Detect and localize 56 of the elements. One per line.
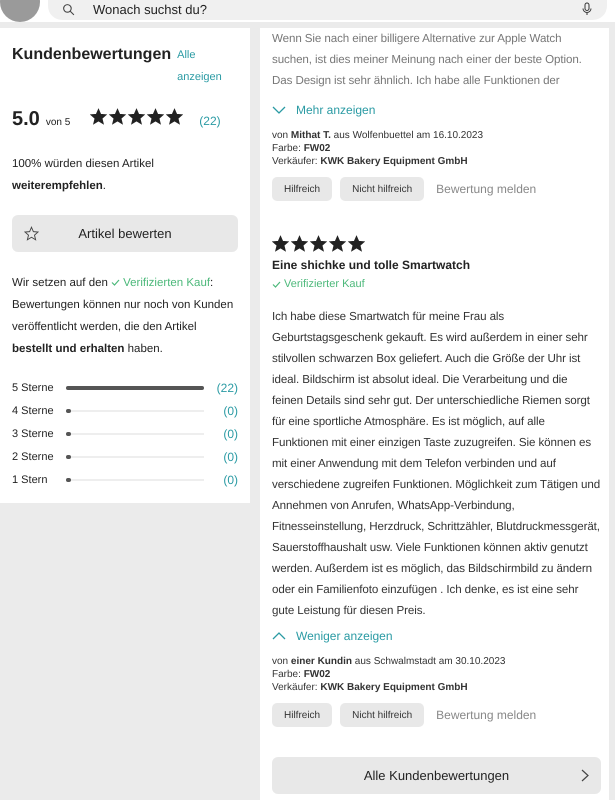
checkmark-icon [111, 279, 120, 286]
chevron-right-icon [581, 769, 589, 782]
star-icon [90, 108, 108, 125]
not-helpful-button[interactable]: Nicht hilfreich [340, 177, 424, 201]
star-level-label: 1 Stern [12, 474, 48, 486]
rating-scale: von 5 [46, 117, 70, 128]
toggle-text-button[interactable]: Weniger anzeigen [272, 629, 601, 643]
helpful-button[interactable]: Hilfreich [272, 177, 332, 201]
star-level-count[interactable]: (0) [210, 450, 238, 464]
star-icon [128, 108, 146, 125]
rate-article-button[interactable]: Artikel bewerten [12, 215, 238, 252]
toggle-text-button[interactable]: Mehr anzeigen [272, 103, 601, 117]
review-title: Eine shichke und tolle Smartwatch [272, 258, 472, 272]
not-helpful-button[interactable]: Nicht hilfreich [340, 703, 424, 727]
seller-info: Verkäufer: KWK Bakery Equipment GmbH [272, 682, 468, 693]
star-icon [272, 235, 289, 252]
section-title: Kundenbewertungen [12, 46, 172, 64]
rating-score: 5.0 [12, 108, 40, 131]
product-color: Farbe: FW02 [272, 143, 330, 154]
recommend-text: 100% würden diesen Artikel weiterempfehlen. [12, 158, 154, 192]
star-icon [310, 235, 327, 252]
checkmark-icon [272, 280, 281, 288]
report-link[interactable]: Bewertung melden [436, 182, 536, 196]
product-color: Farbe: FW02 [272, 669, 330, 680]
star-icon [291, 235, 308, 252]
review-text: Wenn Sie nach einer billigere Alternative zur Apple Watch suchen, ist dies meiner Meinung nach einer der beste Option. Das Design ist sehr ähnlich. Ich habe alle Funktionen der [272, 31, 583, 89]
verified-notice: Wir setzen auf den Verifizierten Kauf: Bewertungen können nur noch von Kunden veröffentlicht werden, die den Artikel bestellt und erhalten haben. [12, 276, 234, 357]
helpful-button[interactable]: Hilfreich [272, 703, 332, 727]
show-all-link[interactable]: Alle anzeigen [177, 44, 238, 88]
review-author: von Mithat T. aus Wolfenbuettel am 16.10.2023 [272, 130, 484, 141]
star-level-label: 4 Sterne [12, 404, 55, 416]
search-field[interactable]: Wonach suchst du? [48, 0, 607, 20]
microphone-icon[interactable] [581, 2, 593, 16]
star-level-label: 5 Sterne [12, 382, 55, 394]
star-level-count[interactable]: (0) [210, 404, 238, 418]
star-outline-icon [24, 226, 39, 241]
seller-info: Verkäufer: KWK Bakery Equipment GmbH [272, 156, 468, 167]
star-icon [329, 235, 346, 252]
star-level-count[interactable]: (0) [210, 426, 238, 440]
star-level-label: 2 Sterne [12, 450, 55, 462]
search-icon [62, 2, 75, 16]
chevron-up-icon [272, 632, 286, 640]
star-icon [348, 235, 365, 252]
review-count[interactable]: (22) [199, 114, 221, 128]
review-text: Ich habe diese Smartwatch für meine Frau als Geburtstagsgeschenk gekauft. Es wird außerdem in einer sehr stilvollen schwarzen Box geliefert. Auch die Größe der Uhr ist ideal. Bildschirm ist absolut ideal. Die Verarbeitung und die feinen Details sind sehr gut. Der unterschiedliche Riemen sorgt für eine sportliche Atmosphäre. Es ist möglich, auf alle Funktionen mit einer einzigen Taste zuzugreifen. Sie können es mit einer Anwendung mit dem Telefon verbinden und auf verschiedene zugreifen Funktionen. Möglichkeit zum Tätigen und Annehmen von Anrufen, WhatsApp-Verbindung, Fitnesseinstellung, Herzdruck, Schrittzähler, Blutdruckmessgerät, Sauerstoffhaushalt usw. Viele Funktionen können aktiv genutzt werden. Außerdem ist es möglich, das Bildschirmbild zu ändern oder ein Familienfoto einzufügen . Ich denke, es ist eine sehr gute Leistung für diesen Preis. [272, 309, 601, 619]
chevron-down-icon [272, 106, 286, 114]
star-level-count[interactable]: (22) [210, 380, 238, 394]
report-link[interactable]: Bewertung melden [436, 708, 536, 722]
star-level-count[interactable]: (0) [210, 472, 238, 486]
star-icon [166, 108, 184, 125]
star-icon [147, 108, 164, 125]
all-reviews-button[interactable]: Alle Kundenbewertungen [272, 757, 601, 794]
review-author: von einer Kundin aus Schwalmstadt am 30.10.2023 [272, 656, 506, 667]
verified-purchase-label: Verifizierter Kauf [272, 278, 601, 290]
star-icon [109, 108, 126, 125]
star-level-label: 3 Sterne [12, 428, 55, 440]
